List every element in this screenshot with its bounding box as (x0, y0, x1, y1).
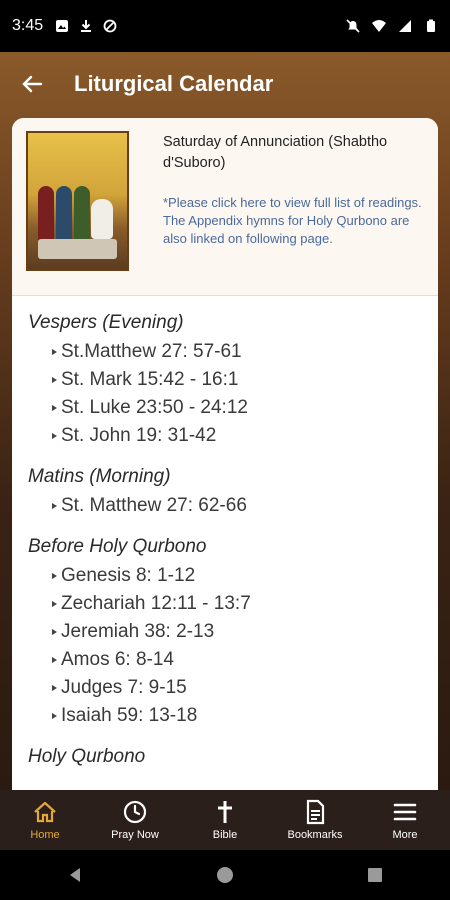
section-title: Before Holy Qurbono (28, 536, 207, 557)
icon-figure (74, 186, 90, 241)
status-bar: 3:45 (0, 0, 450, 52)
bottom-navigation: Home Pray Now Bible Bookmarks More (0, 790, 450, 850)
system-back-button[interactable] (55, 855, 95, 895)
bullet-icon (52, 657, 57, 663)
system-recents-button[interactable] (355, 855, 395, 895)
bullet-icon (52, 601, 57, 607)
clock-icon (123, 800, 147, 824)
icon-tomb (38, 239, 117, 259)
readings-card: Saturday of Annunciation (Shabtho d'Subo… (12, 118, 438, 790)
reading-item[interactable]: Amos 6: 8-14 (28, 646, 438, 674)
reading-item[interactable]: Zechariah 12:11 - 13:7 (28, 590, 438, 618)
reading-reference: Genesis 8: 1-12 (61, 565, 196, 586)
reading-reference: Judges 7: 9-15 (61, 677, 187, 698)
document-icon (306, 799, 325, 825)
bullet-icon (52, 685, 57, 691)
nav-item-more[interactable]: More (365, 790, 445, 850)
reading-reference: St. Matthew 27: 62-66 (61, 495, 247, 516)
triangle-back-icon (70, 868, 80, 882)
bullet-icon (52, 629, 57, 635)
icon-figure (38, 186, 54, 241)
reading-reference: St.Matthew 27: 57-61 (61, 341, 242, 362)
nav-label: Bookmarks (287, 829, 343, 841)
reading-reference: Amos 6: 8-14 (61, 649, 174, 670)
sync-notification-icon (103, 19, 117, 33)
reading-section: Matins (Morning) St. Matthew 27: 62-66 (28, 462, 438, 520)
app-bar: Liturgical Calendar (0, 60, 450, 108)
menu-icon (393, 803, 417, 821)
readings-note-link[interactable]: *Please click here to view full list of … (163, 194, 432, 248)
home-icon (34, 801, 56, 823)
mute-icon (346, 19, 360, 33)
nav-item-bookmarks[interactable]: Bookmarks (275, 790, 355, 850)
section-title: Vespers (Evening) (28, 312, 184, 333)
system-status-icons (346, 19, 438, 33)
back-button[interactable] (8, 60, 56, 108)
reading-section: Holy Qurbono (28, 742, 438, 772)
reading-reference: St. Mark 15:42 - 16:1 (61, 369, 239, 390)
nav-label: Pray Now (111, 829, 159, 841)
readings-list: Vespers (Evening) St.Matthew 27: 57-61 St.… (12, 296, 438, 772)
nav-label: More (392, 829, 418, 841)
nav-label: Home (30, 829, 60, 841)
reading-item[interactable]: Genesis 8: 1-12 (28, 562, 438, 590)
bullet-icon (52, 713, 57, 719)
reading-item[interactable]: Isaiah 59: 13-18 (28, 702, 438, 730)
nav-item-bible[interactable]: Bible (185, 790, 265, 850)
status-time: 3:45 (12, 17, 44, 34)
battery-icon (427, 19, 435, 32)
reading-reference: Zechariah 12:11 - 13:7 (61, 593, 251, 614)
reading-reference: St. Luke 23:50 - 24:12 (61, 397, 248, 418)
reading-section: Vespers (Evening) St.Matthew 27: 57-61 St.… (28, 308, 438, 450)
feast-text: Saturday of Annunciation (Shabtho d'Subo… (129, 118, 438, 295)
reading-item[interactable]: St. Matthew 27: 62-66 (28, 492, 438, 520)
square-recents-icon (368, 868, 382, 882)
image-notification-icon (56, 20, 69, 32)
reading-reference: Isaiah 59: 13-18 (61, 705, 198, 726)
notification-icons (55, 19, 117, 33)
reading-item[interactable]: St. Mark 15:42 - 16:1 (28, 366, 438, 394)
reading-item[interactable]: St. Luke 23:50 - 24:12 (28, 394, 438, 422)
reading-reference: Jeremiah 38: 2-13 (61, 621, 215, 642)
cross-icon (218, 801, 232, 823)
reading-reference: St. John 19: 31-42 (61, 425, 217, 446)
nav-label: Bible (212, 829, 238, 841)
download-notification-icon (81, 20, 92, 32)
system-navigation (0, 850, 450, 900)
reading-item[interactable]: St.Matthew 27: 57-61 (28, 338, 438, 366)
bullet-icon (52, 573, 57, 579)
bullet-icon (52, 377, 57, 383)
bullet-icon (52, 503, 57, 509)
feast-header[interactable]: Saturday of Annunciation (Shabtho d'Subo… (12, 118, 438, 296)
bullet-icon (52, 433, 57, 439)
nav-item-home[interactable]: Home (5, 790, 85, 850)
back-arrow-icon (22, 75, 43, 93)
section-title: Holy Qurbono (28, 746, 146, 767)
reading-item[interactable]: Judges 7: 9-15 (28, 674, 438, 702)
feast-icon-image (26, 131, 129, 271)
feast-title: Saturday of Annunciation (Shabtho d'Subo… (163, 134, 388, 171)
wifi-icon (372, 20, 386, 32)
icon-angel (91, 199, 113, 239)
reading-item[interactable]: Jeremiah 38: 2-13 (28, 618, 438, 646)
section-title: Matins (Morning) (28, 466, 171, 487)
reading-section: Before Holy Qurbono Genesis 8: 1-12 Zechar… (28, 532, 438, 730)
signal-icon (399, 20, 411, 32)
reading-item[interactable]: St. John 19: 31-42 (28, 422, 438, 450)
page-title: Liturgical Calendar (74, 71, 274, 96)
bullet-icon (52, 405, 57, 411)
circle-home-icon (217, 867, 233, 883)
icon-figure (56, 186, 72, 241)
bullet-icon (52, 349, 57, 355)
system-home-button[interactable] (205, 855, 245, 895)
nav-item-pray-now[interactable]: Pray Now (95, 790, 175, 850)
